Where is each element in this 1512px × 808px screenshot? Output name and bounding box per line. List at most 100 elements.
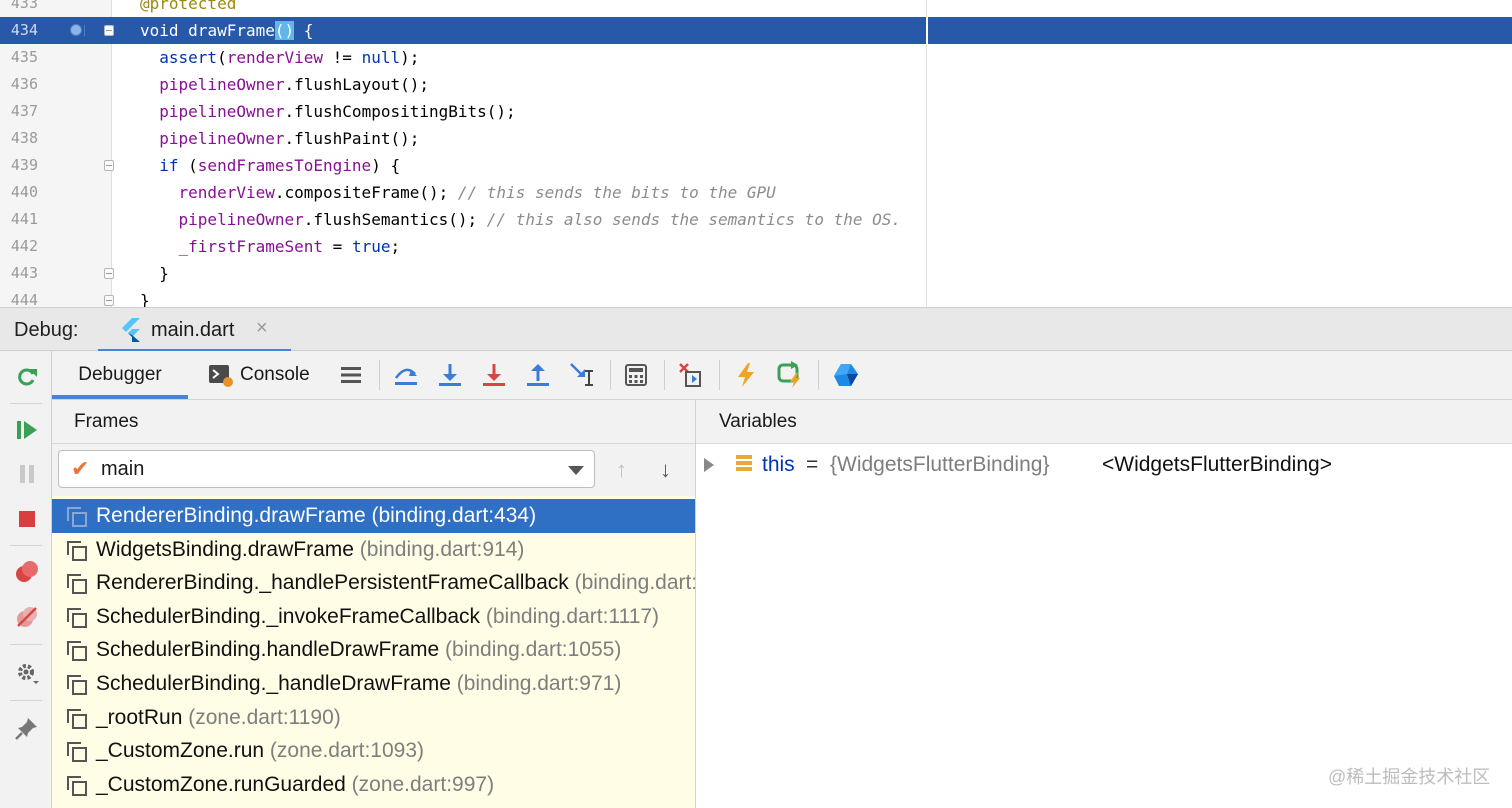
tab-active-indicator [52,395,188,399]
view-breakpoints-icon[interactable] [14,559,40,585]
debugger-toolbar: Debugger Console [52,351,1512,400]
toolbar-separator [719,360,720,390]
toolbar-separator [10,700,42,701]
line-number[interactable]: 436 [0,71,38,98]
debug-label: Debug: [14,319,79,341]
code-line[interactable]: 441 pipelineOwner.flushSemantics(); // t… [0,206,1512,233]
arrow-down-icon[interactable]: ↓ [660,457,671,483]
line-number[interactable]: 434 [0,17,38,44]
line-number[interactable]: 437 [0,98,38,125]
variable-row[interactable]: this = {WidgetsFlutterBinding} <WidgetsF… [696,450,1512,480]
thread-select[interactable]: ✔ main [58,450,595,488]
tab-debugger[interactable]: Debugger [52,351,188,399]
toolbar-separator [610,360,611,390]
code-text: renderView.compositeFrame(); // this sen… [140,183,776,202]
show-frames-menu-icon[interactable] [337,361,365,389]
step-into-icon[interactable] [436,361,464,389]
code-line[interactable]: 439 if (sendFramesToEngine) { [0,152,1512,179]
drop-frame-icon[interactable] [677,361,705,389]
frame-row[interactable]: RendererBinding.drawFrame (binding.dart:… [52,499,695,533]
code-line[interactable]: 444} [0,287,1512,307]
stack-frame-icon [67,708,87,729]
dart-devtools-icon[interactable] [832,361,860,389]
close-icon[interactable]: × [256,317,268,340]
stack-frame-icon [67,574,87,595]
variables-header: Variables [696,400,1512,444]
line-number[interactable]: 440 [0,179,38,206]
fold-marker-icon[interactable] [104,295,114,306]
variable-equals: = [806,453,819,476]
stack-frame-icon [67,607,87,628]
code-line[interactable]: 440 renderView.compositeFrame(); // this… [0,179,1512,206]
debug-tool-window-header: Debug: main.dart × [0,307,1512,353]
run-to-cursor-icon[interactable] [568,361,596,389]
code-line[interactable]: 442 _firstFrameSent = true; [0,233,1512,260]
frame-method: SchedulerBinding._invokeFrameCallback [96,604,486,628]
mute-breakpoints-icon[interactable] [14,604,40,630]
frame-location: (zone.dart:1190) [188,705,341,729]
stop-icon[interactable] [14,506,40,532]
frame-location: (binding.dart:971) [456,671,622,695]
variable-name: this [762,453,795,476]
frame-row[interactable]: SchedulerBinding._handleDrawFrame (bindi… [52,667,695,701]
frame-row[interactable]: WidgetsBinding.drawFrame (binding.dart:9… [52,533,695,567]
frames-panel: Frames ✔ main ↑ ↓ RendererBinding.drawFr… [52,400,696,808]
line-number[interactable]: 443 [0,260,38,287]
frame-location: (binding.dart:914) [359,537,525,561]
line-number[interactable]: 439 [0,152,38,179]
frame-row[interactable]: _CustomZone.runGuarded (zone.dart:997) [52,768,695,802]
frame-row[interactable]: _rootRun (zone.dart:1190) [52,701,695,735]
frame-location: (binding.dart:1055) [445,638,622,662]
code-line[interactable]: 438 pipelineOwner.flushPaint(); [0,125,1512,152]
code-line[interactable]: 434 void drawFrame() { [0,17,1512,44]
evaluate-expression-icon[interactable] [622,361,650,389]
pin-icon[interactable] [14,715,40,741]
field-icon [736,455,752,473]
expand-arrow-icon[interactable] [704,458,714,472]
execution-point-icon[interactable] [70,24,85,36]
tab-main-dart[interactable]: main.dart × [98,308,291,353]
frame-location: (binding.dart:302) [574,571,695,595]
frame-row[interactable]: SchedulerBinding.handleDrawFrame (bindin… [52,633,695,667]
line-number[interactable]: 438 [0,125,38,152]
frame-row[interactable]: SchedulerBinding._invokeFrameCallback (b… [52,600,695,634]
code-line[interactable]: 433 @protected [0,0,1512,17]
text-caret [926,17,928,44]
pause-icon[interactable] [14,461,40,487]
flutter-icon [122,318,140,342]
stack-frame-icon [67,674,87,695]
line-number[interactable]: 444 [0,287,38,307]
force-step-into-icon[interactable] [480,361,508,389]
arrow-up-icon[interactable]: ↑ [616,457,627,483]
line-number[interactable]: 435 [0,44,38,71]
code-line[interactable]: 436 pipelineOwner.flushLayout(); [0,71,1512,98]
code-line[interactable]: 437 pipelineOwner.flushCompositingBits()… [0,98,1512,125]
variable-type: {WidgetsFlutterBinding} [830,453,1050,476]
fold-marker-icon[interactable] [104,160,114,171]
gear-icon[interactable] [14,660,40,686]
code-text: if (sendFramesToEngine) { [140,156,401,175]
frame-method: _CustomZone.run [96,739,270,763]
code-editor[interactable]: 433 @protected 434 void drawFrame() {435 as… [0,0,1512,307]
check-icon: ✔ [71,456,90,481]
line-number[interactable]: 433 [0,0,38,17]
frames-title: Frames [74,411,139,432]
code-line[interactable]: 443 } [0,260,1512,287]
line-number[interactable]: 441 [0,206,38,233]
tab-console[interactable]: Console [208,351,328,399]
frame-method: RendererBinding._handlePersistentFrameCa… [96,571,575,595]
hot-restart-icon[interactable] [776,361,804,389]
line-number[interactable]: 442 [0,233,38,260]
frame-row[interactable]: _CustomZone.run (zone.dart:1093) [52,734,695,768]
code-line[interactable]: 435 assert(renderView != null); [0,44,1512,71]
chevron-down-icon [568,466,584,475]
fold-marker-icon[interactable] [104,268,114,279]
frame-row[interactable]: RendererBinding._handlePersistentFrameCa… [52,566,695,600]
step-over-icon[interactable] [392,361,420,389]
code-text: } [140,291,150,307]
hot-reload-icon[interactable] [732,361,760,389]
resume-icon[interactable] [14,417,40,443]
rerun-icon[interactable] [14,364,40,390]
fold-marker-icon[interactable] [104,25,114,36]
step-out-icon[interactable] [524,361,552,389]
